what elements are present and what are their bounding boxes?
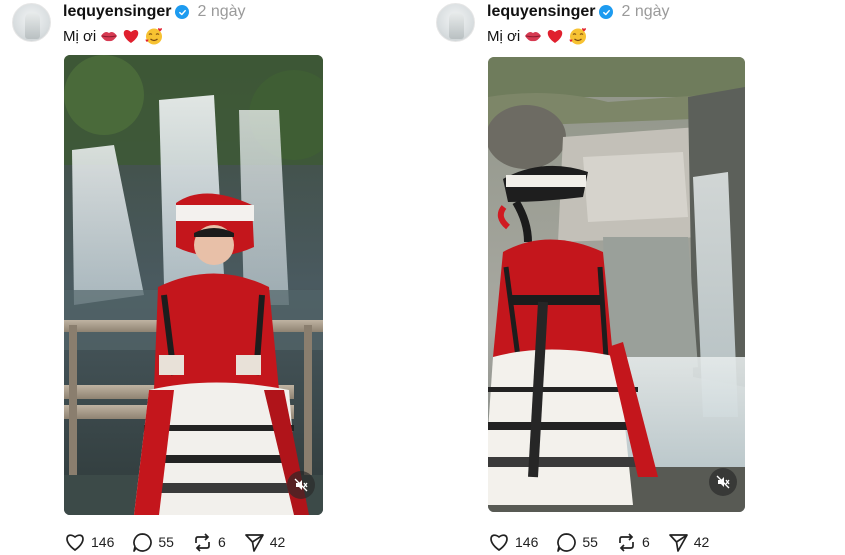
like-icon: [66, 534, 84, 552]
post-timestamp[interactable]: 2 ngày: [197, 3, 245, 21]
verified-badge-icon: [175, 5, 190, 19]
reply-count: 55: [582, 534, 598, 550]
repost-icon: [619, 532, 634, 552]
username-link[interactable]: lequyensinger: [487, 3, 595, 21]
post-actions: 146 55 6 42: [488, 531, 727, 553]
post-header: lequyensinger 2 ngày: [63, 2, 246, 22]
mute-icon: [294, 478, 308, 492]
mute-button[interactable]: [709, 468, 737, 496]
heart-emoji-icon: [122, 28, 140, 44]
avatar-figure: [25, 12, 40, 39]
mute-button[interactable]: [287, 471, 315, 499]
caption-text: Mị ơi: [63, 27, 97, 45]
share-icon: [668, 533, 688, 552]
reply-button[interactable]: 55: [556, 532, 598, 553]
post-timestamp[interactable]: 2 ngày: [621, 3, 669, 21]
reply-icon: [557, 532, 577, 552]
thread-post-2: lequyensinger 2 ngày Mị ơi 146 55 6 42: [424, 0, 824, 555]
share-count: 42: [693, 534, 710, 550]
smiling-hearts-emoji-icon: [568, 27, 588, 45]
verified-badge-icon: [599, 5, 614, 19]
repost-button[interactable]: 6: [192, 532, 226, 553]
smiling-hearts-emoji-icon: [144, 27, 164, 45]
avatar[interactable]: [12, 3, 51, 42]
repost-icon: [195, 532, 210, 552]
lips-emoji-icon: [100, 30, 118, 42]
like-count: 146: [91, 534, 115, 550]
post-header: lequyensinger 2 ngày: [487, 2, 670, 22]
repost-count: 6: [641, 534, 650, 550]
thread-post-1: lequyensinger 2 ngày Mị ơi 146 55 6 42: [0, 0, 400, 555]
reply-button[interactable]: 55: [132, 532, 174, 553]
share-button[interactable]: 42: [668, 532, 710, 553]
like-count: 146: [515, 534, 539, 550]
share-icon: [244, 533, 264, 552]
post-video[interactable]: [64, 55, 323, 515]
share-button[interactable]: 42: [244, 532, 286, 553]
post-video[interactable]: [488, 57, 745, 512]
mute-icon: [716, 475, 730, 489]
post-actions: 146 55 6 42: [64, 531, 303, 553]
heart-emoji-icon: [546, 28, 564, 44]
post-caption: Mị ơi: [63, 26, 164, 46]
repost-count: 6: [217, 534, 226, 550]
caption-text: Mị ơi: [487, 27, 521, 45]
lips-emoji-icon: [524, 30, 542, 42]
like-button[interactable]: 146: [64, 532, 114, 552]
avatar-figure: [449, 12, 464, 39]
repost-button[interactable]: 6: [616, 532, 650, 553]
post-caption: Mị ơi: [487, 26, 588, 46]
reply-count: 55: [158, 534, 174, 550]
avatar[interactable]: [436, 3, 475, 42]
like-icon: [490, 534, 508, 552]
reply-icon: [133, 532, 153, 552]
like-button[interactable]: 146: [488, 532, 538, 552]
username-link[interactable]: lequyensinger: [63, 3, 171, 21]
share-count: 42: [269, 534, 286, 550]
